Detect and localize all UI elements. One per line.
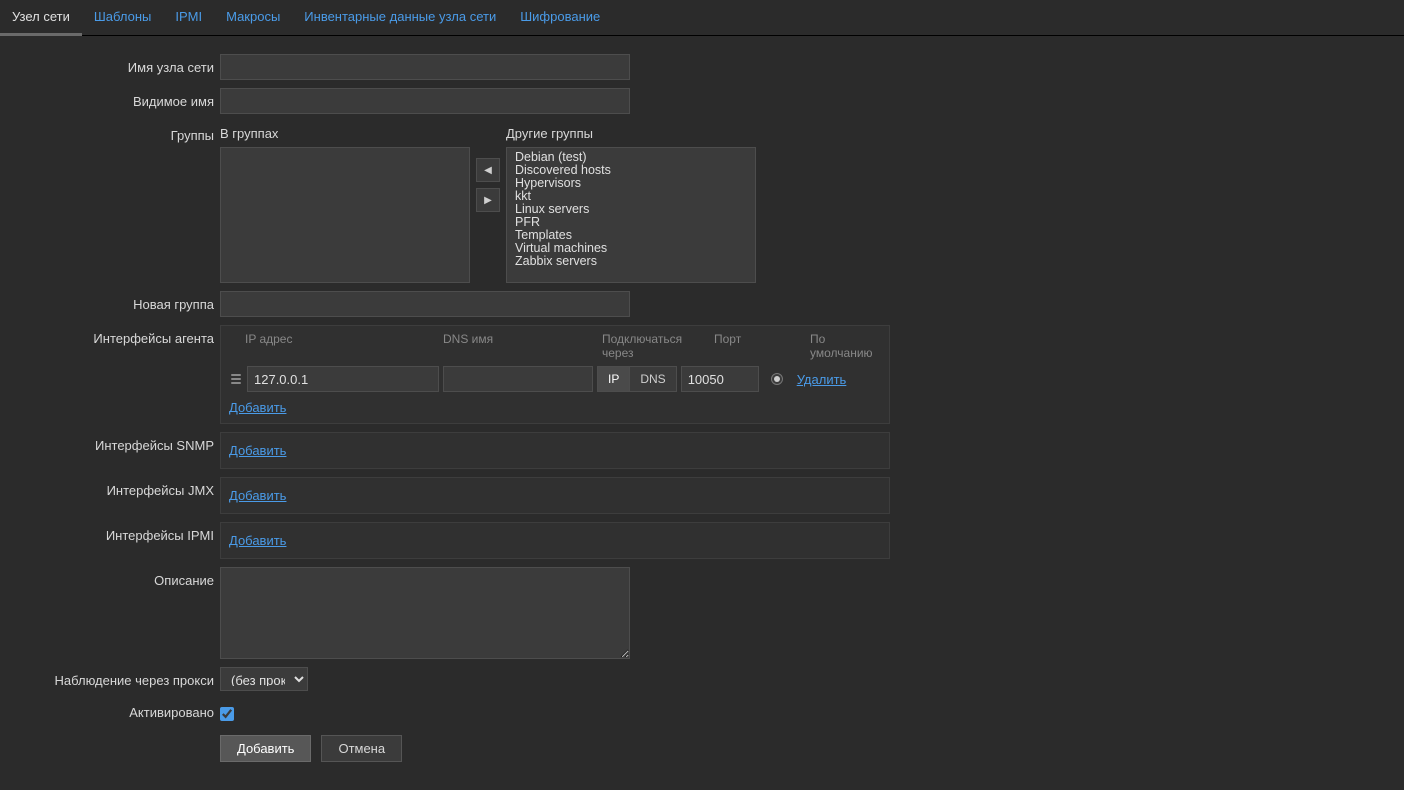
- connect-ip-option[interactable]: IP: [597, 366, 629, 392]
- visible-name-input[interactable]: [220, 88, 630, 114]
- jmx-iface-panel: Добавить: [220, 477, 890, 514]
- add-snmp-iface-link[interactable]: Добавить: [229, 443, 286, 458]
- tab-templates[interactable]: Шаблоны: [82, 0, 164, 35]
- iface-col-connect: Подключаться через: [602, 332, 710, 360]
- cancel-button[interactable]: Отмена: [321, 735, 402, 762]
- label-ipmi-ifaces: Интерфейсы IPMI: [0, 522, 220, 543]
- move-left-button[interactable]: ◀: [476, 158, 500, 182]
- label-new-group: Новая группа: [0, 291, 220, 312]
- label-visible-name: Видимое имя: [0, 88, 220, 109]
- iface-col-dns: DNS имя: [443, 332, 598, 360]
- arrow-left-icon: ◀: [484, 165, 492, 176]
- add-ipmi-iface-link[interactable]: Добавить: [229, 533, 286, 548]
- label-groups: Группы: [0, 122, 220, 143]
- tab-ipmi[interactable]: IPMI: [163, 0, 214, 35]
- in-groups-list[interactable]: [220, 147, 470, 283]
- iface-col-port: Порт: [714, 332, 806, 360]
- other-groups-header: Другие группы: [506, 122, 756, 141]
- hostname-input[interactable]: [220, 54, 630, 80]
- label-hostname: Имя узла сети: [0, 54, 220, 75]
- in-groups-header: В группах: [220, 122, 470, 141]
- host-form: Имя узла сети Видимое имя Группы В групп…: [0, 36, 1404, 790]
- remove-iface-link[interactable]: Удалить: [797, 372, 847, 387]
- label-proxy: Наблюдение через прокси: [0, 667, 220, 688]
- tab-macros[interactable]: Макросы: [214, 0, 292, 35]
- move-right-button[interactable]: ▶: [476, 188, 500, 212]
- connect-via-toggle: IP DNS: [597, 366, 677, 392]
- connect-dns-option[interactable]: DNS: [629, 366, 676, 392]
- agent-port-input[interactable]: [681, 366, 759, 392]
- other-groups-list[interactable]: Debian (test)Discovered hostsHypervisors…: [506, 147, 756, 283]
- tabs-bar: Узел сети Шаблоны IPMI Макросы Инвентарн…: [0, 0, 1404, 36]
- group-option[interactable]: Zabbix servers: [507, 255, 755, 268]
- label-agent-ifaces: Интерфейсы агента: [0, 325, 220, 346]
- agent-dns-input[interactable]: [443, 366, 593, 392]
- group-option[interactable]: Hypervisors: [507, 177, 755, 190]
- group-option[interactable]: Linux servers: [507, 203, 755, 216]
- tab-host[interactable]: Узел сети: [0, 0, 82, 36]
- add-jmx-iface-link[interactable]: Добавить: [229, 488, 286, 503]
- proxy-select[interactable]: (без прокси): [220, 667, 308, 691]
- drag-handle-icon[interactable]: [229, 367, 243, 391]
- description-textarea[interactable]: [220, 567, 630, 659]
- snmp-iface-panel: Добавить: [220, 432, 890, 469]
- add-agent-iface-link[interactable]: Добавить: [229, 400, 286, 415]
- ipmi-iface-panel: Добавить: [220, 522, 890, 559]
- agent-ip-input[interactable]: [247, 366, 439, 392]
- label-description: Описание: [0, 567, 220, 588]
- new-group-input[interactable]: [220, 291, 630, 317]
- tab-encryption[interactable]: Шифрование: [508, 0, 612, 35]
- agent-iface-panel: IP адрес DNS имя Подключаться через Порт…: [220, 325, 890, 424]
- label-snmp-ifaces: Интерфейсы SNMP: [0, 432, 220, 453]
- agent-iface-row: IP DNS Удалить: [229, 366, 881, 392]
- iface-col-default: По умолчанию: [810, 332, 877, 360]
- label-jmx-ifaces: Интерфейсы JMX: [0, 477, 220, 498]
- arrow-right-icon: ▶: [484, 195, 492, 206]
- submit-add-button[interactable]: Добавить: [220, 735, 311, 762]
- enabled-checkbox[interactable]: [220, 707, 234, 721]
- tab-inventory[interactable]: Инвентарные данные узла сети: [292, 0, 508, 35]
- label-enabled: Активировано: [0, 699, 220, 720]
- default-iface-radio[interactable]: [771, 373, 783, 385]
- iface-col-ip: IP адрес: [229, 332, 439, 360]
